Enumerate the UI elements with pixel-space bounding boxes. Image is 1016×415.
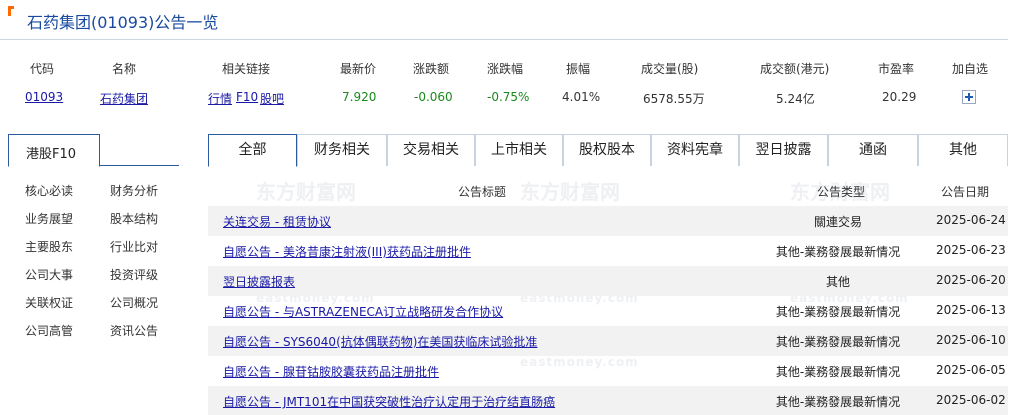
announcement-title-link[interactable]: 关连交易 - 租赁协议	[223, 213, 331, 230]
col-type: 公告类型	[817, 185, 866, 199]
announcement-type: 其他-業務發展最新情况	[775, 395, 901, 409]
col-title: 公告标题	[458, 185, 507, 199]
tab-shares[interactable]: 股权股本	[563, 134, 651, 166]
announcement-date: 2025-06-20	[936, 273, 1006, 287]
table-row: 翌日披露报表 其他 2025-06-20	[208, 266, 1008, 296]
stock-name-link[interactable]: 石药集团	[100, 90, 148, 107]
sidebar-link-finance[interactable]: 财务分析	[110, 182, 158, 199]
sidebar-link-rating[interactable]: 投资评级	[110, 266, 158, 283]
change-value: -0.060	[414, 90, 453, 104]
change-pct-value: -0.75%	[487, 90, 530, 104]
sidebar-link-outlook[interactable]: 业务展望	[25, 210, 73, 227]
announcement-date: 2025-06-24	[936, 213, 1006, 227]
plus-icon[interactable]	[962, 90, 976, 104]
tab-finance[interactable]: 财务相关	[297, 134, 387, 166]
announcement-type: 其他-業務發展最新情况	[775, 335, 901, 349]
sidebar-link-executives[interactable]: 公司高管	[25, 322, 73, 339]
announcement-type: 關連交易	[813, 215, 862, 229]
sidebar-link-industry[interactable]: 行业比对	[110, 238, 158, 255]
tab-charter[interactable]: 资料宪章	[651, 134, 739, 166]
col-change: 涨跌额	[413, 62, 450, 76]
tab-next-day[interactable]: 翌日披露	[739, 134, 828, 166]
announcement-type: 其他-業務發展最新情况	[775, 365, 901, 379]
sidebar-tab-hkf10[interactable]: 港股F10	[8, 134, 100, 167]
announcement-type: 其他-業務發展最新情况	[775, 245, 901, 259]
announcement-date: 2025-06-05	[936, 363, 1006, 377]
table-row: 自愿公告 - 腺苷钴胺胶囊获药品注册批件 其他-業務發展最新情况 2025-06…	[208, 356, 1008, 386]
title-corner-mark	[8, 6, 14, 16]
stock-code-link[interactable]: 01093	[25, 90, 63, 104]
col-date: 公告日期	[941, 185, 990, 199]
table-row: 自愿公告 - 美洛昔康注射液(III)获药品注册批件 其他-業務發展最新情况 2…	[208, 236, 1008, 266]
quote-header: 代码 名称 相关链接 最新价 涨跌额 涨跌幅 振幅 成交量(股) 成交额(港元)…	[0, 56, 1008, 82]
sidebar-link-profile[interactable]: 公司概况	[110, 294, 158, 311]
announcement-title-link[interactable]: 自愿公告 - SYS6040(抗体偶联药物)在美国获临床试验批准	[223, 333, 537, 350]
link-f10[interactable]: F10	[236, 90, 258, 104]
sidebar-link-shareholders[interactable]: 主要股东	[25, 238, 73, 255]
page-title: 石药集团(01093)公告一览	[27, 13, 219, 32]
announcement-title-link[interactable]: 自愿公告 - 美洛昔康注射液(III)获药品注册批件	[223, 243, 471, 260]
price-value: 7.920	[342, 90, 377, 104]
col-price: 最新价	[340, 62, 377, 76]
category-tabs: 全部 财务相关 交易相关 上市相关 股权股本 资料宪章 翌日披露 通函 其他	[208, 134, 1008, 167]
col-add: 加自选	[952, 62, 989, 76]
col-code: 代码	[30, 62, 55, 76]
pe-value: 20.29	[882, 90, 917, 104]
tab-circular[interactable]: 通函	[828, 134, 918, 166]
turnover-value: 5.24亿	[776, 92, 815, 106]
announcement-table-header: 公告标题 公告类型 公告日期	[208, 177, 1008, 205]
sidebar-link-equity[interactable]: 股本结构	[110, 210, 158, 227]
sidebar-link-warrants[interactable]: 关联权证	[25, 294, 73, 311]
sidebar-link-events[interactable]: 公司大事	[25, 266, 73, 283]
tab-other[interactable]: 其他	[918, 134, 1008, 166]
sidebar-tabbar: 港股F10	[8, 134, 179, 167]
table-row: 关连交易 - 租赁协议 關連交易 2025-06-24	[208, 206, 1008, 236]
announcement-title-link[interactable]: 自愿公告 - 腺苷钴胺胶囊获药品注册批件	[223, 363, 439, 380]
amplitude-value: 4.01%	[562, 90, 601, 104]
announcement-type: 其他-業務發展最新情况	[775, 305, 901, 319]
col-amplitude: 振幅	[566, 62, 591, 76]
tab-trading[interactable]: 交易相关	[387, 134, 475, 166]
sidebar-tab-label: 港股F10	[26, 147, 77, 162]
tab-all[interactable]: 全部	[208, 134, 297, 167]
col-volume: 成交量(股)	[641, 62, 699, 76]
link-guba[interactable]: 股吧	[260, 90, 284, 107]
table-row: 自愿公告 - JMT101在中国获突破性治疗认定用于治疗结直肠癌 其他-業務發展…	[208, 386, 1008, 415]
sidebar-link-news[interactable]: 资讯公告	[110, 322, 158, 339]
announcement-title-link[interactable]: 自愿公告 - JMT101在中国获突破性治疗认定用于治疗结直肠癌	[223, 393, 555, 410]
volume-value: 6578.55万	[643, 92, 705, 106]
col-links: 相关链接	[222, 62, 271, 76]
col-change-pct: 涨跌幅	[487, 62, 524, 76]
announcement-type: 其他	[825, 275, 850, 289]
col-pe: 市盈率	[878, 62, 915, 76]
title-bar: 石药集团(01093)公告一览	[0, 0, 1008, 40]
announcement-date: 2025-06-13	[936, 303, 1006, 317]
link-quote[interactable]: 行情	[208, 90, 232, 107]
table-row: 自愿公告 - 与ASTRAZENECA订立战略研发合作协议 其他-業務發展最新情…	[208, 296, 1008, 326]
quote-row: 01093 石药集团 行情 F10 股吧 7.920 -0.060 -0.75%…	[0, 86, 1008, 112]
col-turnover: 成交额(港元)	[760, 62, 830, 76]
tab-listing[interactable]: 上市相关	[475, 134, 563, 166]
table-row: 自愿公告 - SYS6040(抗体偶联药物)在美国获临床试验批准 其他-業務發展…	[208, 326, 1008, 356]
announcement-date: 2025-06-10	[936, 333, 1006, 347]
announcement-date: 2025-06-23	[936, 243, 1006, 257]
announcement-date: 2025-06-02	[936, 393, 1006, 407]
col-name: 名称	[112, 62, 137, 76]
announcement-title-link[interactable]: 自愿公告 - 与ASTRAZENECA订立战略研发合作协议	[223, 303, 503, 320]
announcement-title-link[interactable]: 翌日披露报表	[223, 273, 295, 290]
sidebar-link-core[interactable]: 核心必读	[25, 182, 73, 199]
